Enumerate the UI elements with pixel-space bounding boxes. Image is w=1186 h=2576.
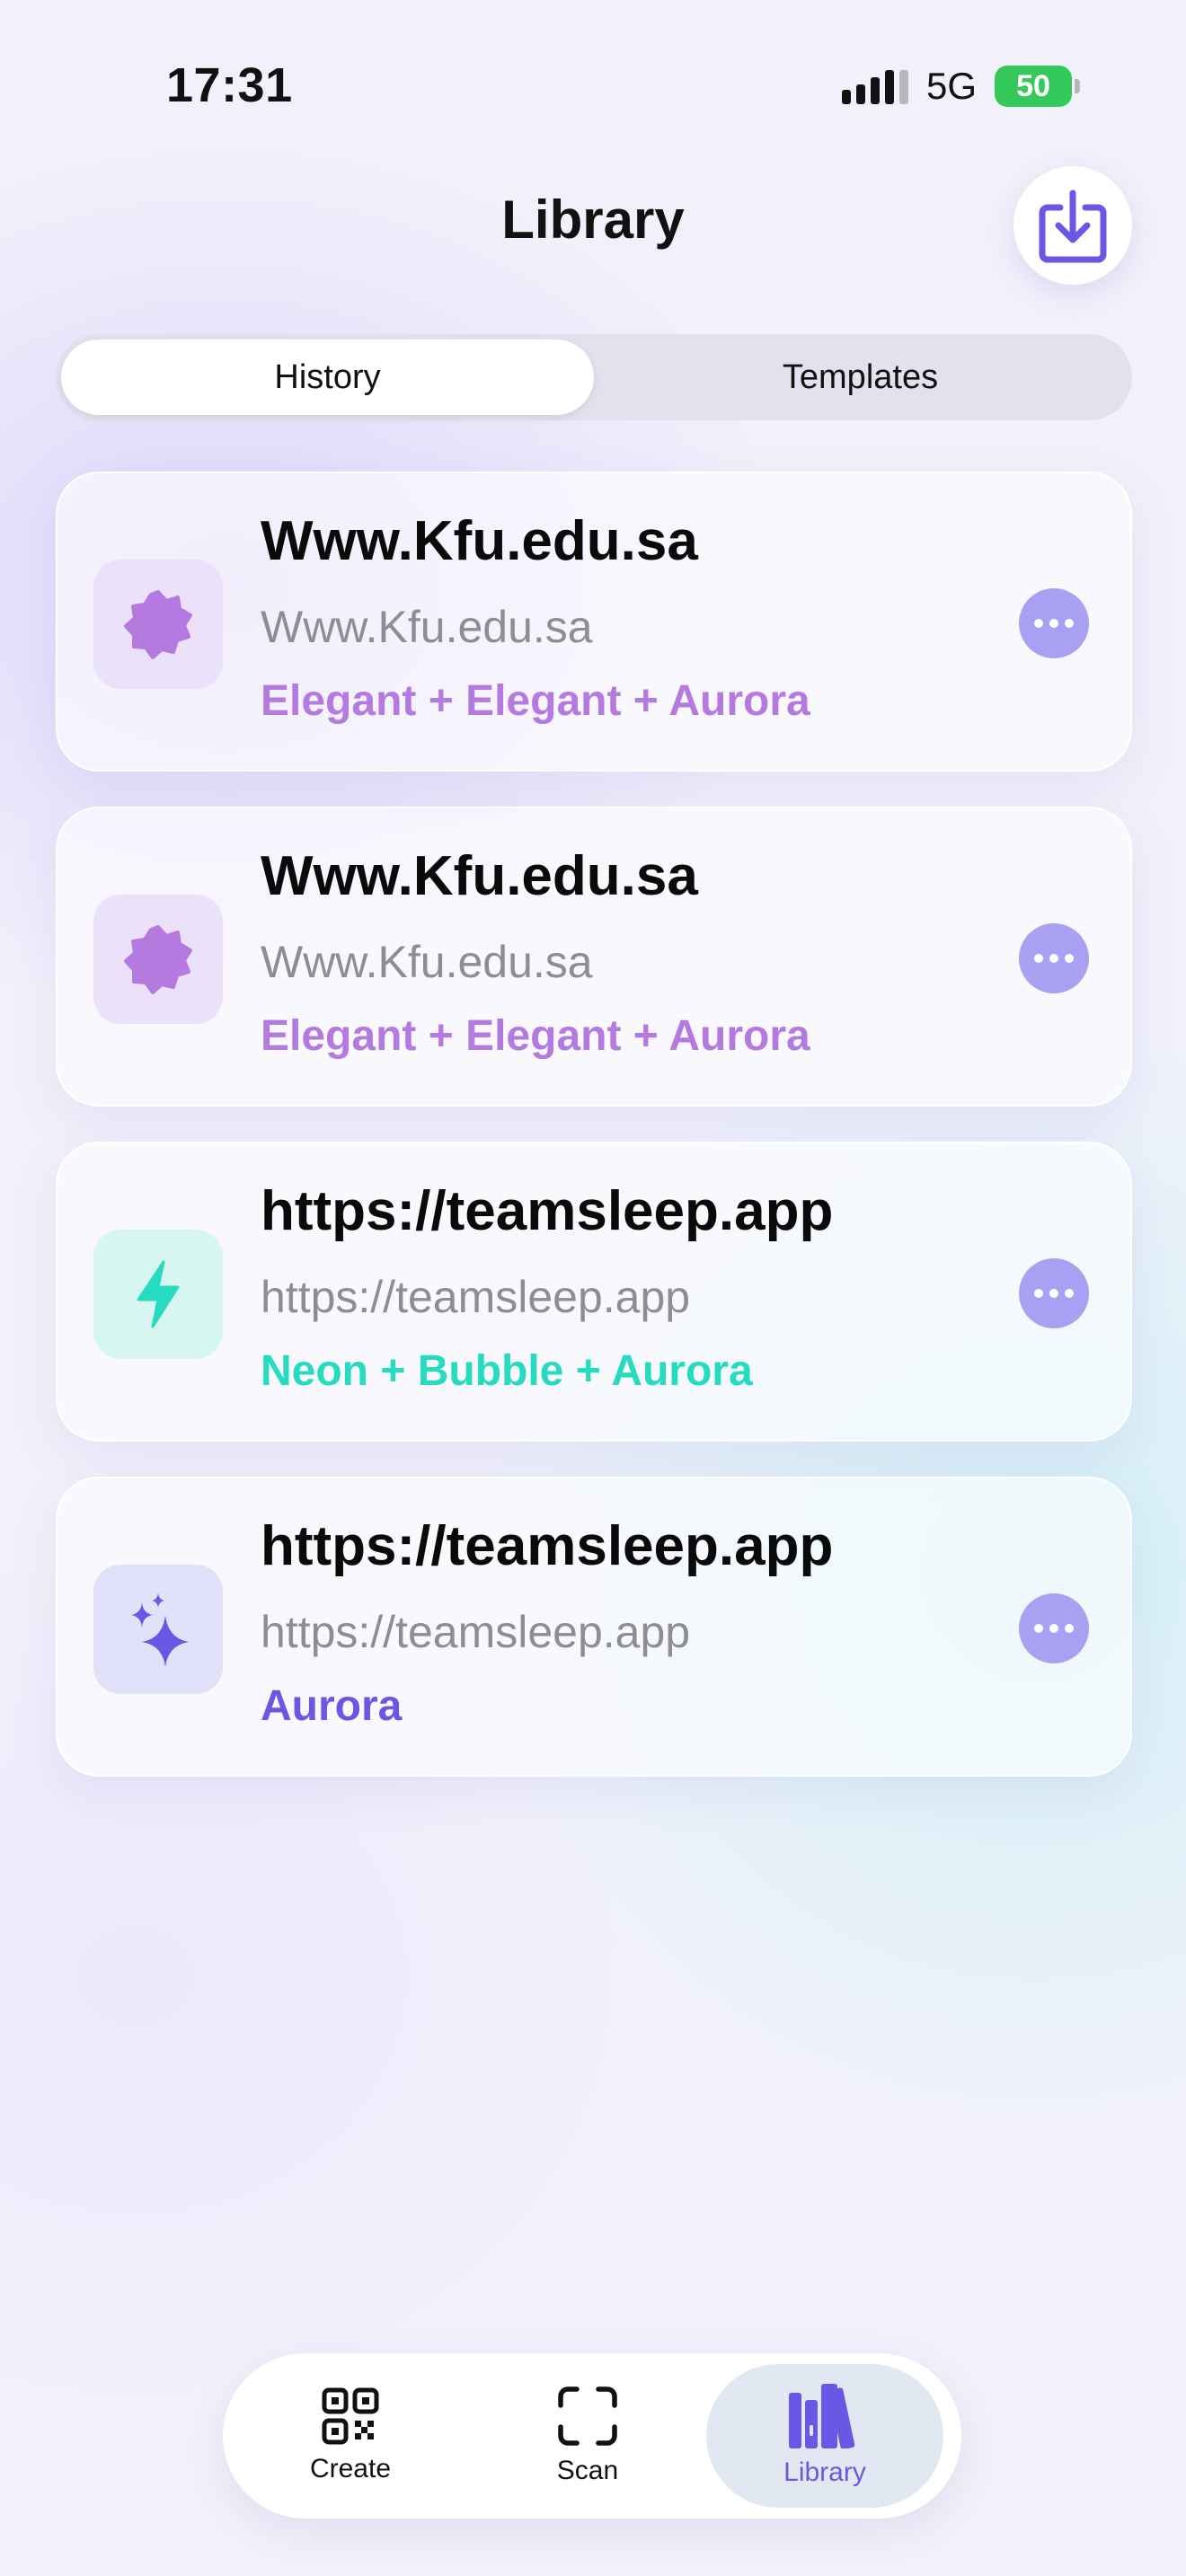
more-options-button[interactable] xyxy=(1019,923,1089,993)
badge-icon xyxy=(93,560,223,689)
badge-icon xyxy=(93,895,223,1024)
books-icon xyxy=(789,2384,855,2448)
page-title: Library xyxy=(501,190,685,250)
card-title: Www.Kfu.edu.sa xyxy=(261,845,698,907)
scan-frame-icon xyxy=(558,2386,617,2446)
card-style-tags: Aurora xyxy=(261,1682,403,1730)
more-options-button[interactable] xyxy=(1019,1593,1089,1663)
more-options-button[interactable] xyxy=(1019,588,1089,658)
history-card[interactable]: https://teamsleep.app https://teamsleep.… xyxy=(56,1477,1132,1777)
card-title: https://teamsleep.app xyxy=(261,1180,834,1242)
battery-level: 50 xyxy=(995,66,1072,107)
status-time: 17:31 xyxy=(166,58,293,112)
card-subtitle: Www.Kfu.edu.sa xyxy=(261,937,593,987)
network-type: 5G xyxy=(925,65,977,107)
history-card[interactable]: Www.Kfu.edu.sa Www.Kfu.edu.sa Elegant + … xyxy=(56,807,1132,1107)
status-indicators: 5G 50 xyxy=(841,65,1080,108)
qr-code-icon xyxy=(322,2387,379,2445)
card-style-tags: Neon + Bubble + Aurora xyxy=(261,1347,753,1395)
battery-icon: 50 xyxy=(995,66,1080,107)
card-title: Www.Kfu.edu.sa xyxy=(261,510,698,572)
tab-label: Scan xyxy=(556,2456,619,2485)
history-card[interactable]: Www.Kfu.edu.sa Www.Kfu.edu.sa Elegant + … xyxy=(56,472,1132,772)
tab-label: Library xyxy=(783,2457,866,2487)
bolt-icon xyxy=(93,1230,223,1359)
history-card[interactable]: https://teamsleep.app https://teamsleep.… xyxy=(56,1142,1132,1442)
tab-label: Create xyxy=(309,2454,392,2483)
download-tray-icon xyxy=(1039,190,1107,263)
card-style-tags: Elegant + Elegant + Aurora xyxy=(261,1012,810,1060)
segment-templates[interactable]: Templates xyxy=(594,340,1127,415)
import-button[interactable] xyxy=(1013,166,1132,285)
tab-bar: Create Scan Library xyxy=(223,2353,961,2519)
signal-icon xyxy=(841,68,908,104)
segment-history[interactable]: History xyxy=(61,340,594,415)
more-options-button[interactable] xyxy=(1019,1258,1089,1328)
card-subtitle: Www.Kfu.edu.sa xyxy=(261,602,593,652)
card-subtitle: https://teamsleep.app xyxy=(261,1272,691,1322)
card-style-tags: Elegant + Elegant + Aurora xyxy=(261,677,810,725)
library-segmented-control: History Templates xyxy=(56,334,1132,420)
card-subtitle: https://teamsleep.app xyxy=(261,1607,691,1657)
sparkles-icon xyxy=(93,1565,223,1694)
tab-library[interactable]: Library xyxy=(706,2364,943,2508)
card-title: https://teamsleep.app xyxy=(261,1515,834,1577)
tab-scan[interactable]: Scan xyxy=(469,2364,706,2508)
tab-create[interactable]: Create xyxy=(232,2364,469,2508)
